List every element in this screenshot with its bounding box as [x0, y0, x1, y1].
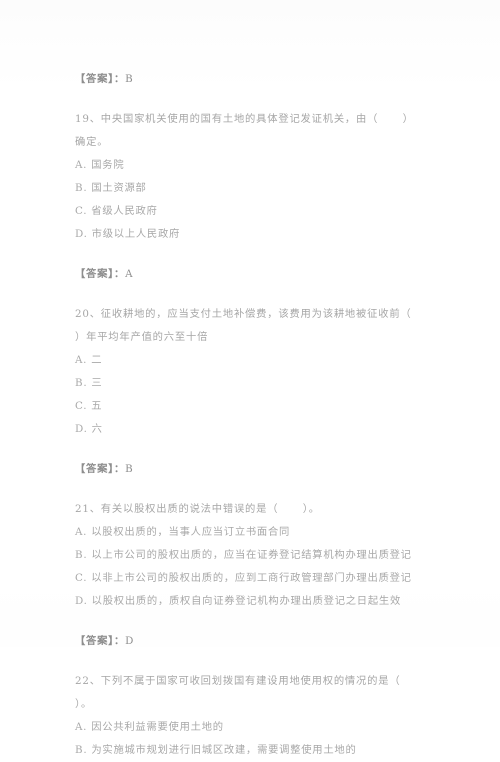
question-option: D. 市级以上人民政府	[75, 228, 181, 240]
answer-block: 【答案】：D	[75, 630, 425, 653]
answer-label: 【答案】：	[75, 268, 126, 280]
question-option: D. 六	[75, 423, 103, 435]
question-option: C. 省级人民政府	[75, 205, 158, 217]
answer-value: B	[125, 73, 134, 85]
question-block: 21、有关以股权出质的说法中错误的是（ ）。 A. 以股权出质的，当事人应当订立书…	[75, 498, 425, 613]
question-option: A. 二	[75, 354, 103, 366]
answer-block: 【答案】：A	[75, 263, 425, 286]
answer-value: B	[125, 463, 134, 475]
question-stem-line: 19、中央国家机关使用的国有土地的具体登记发证机关，由（ ）	[75, 113, 414, 125]
document-page: 【答案】：B 19、中央国家机关使用的国有土地的具体登记发证机关，由（ ）确定。 A…	[0, 0, 500, 756]
question-stem-line: ）年平均年产值的六至十倍	[75, 331, 209, 343]
answer-block: 【答案】：B	[75, 458, 425, 481]
vertical-gap	[75, 246, 425, 263]
question-block: 19、中央国家机关使用的国有土地的具体登记发证机关，由（ ） 确定。 A. 国务院 B…	[75, 108, 425, 246]
vertical-gap	[75, 286, 425, 303]
answer-label: 【答案】：	[75, 463, 126, 475]
document-content: 【答案】：B 19、中央国家机关使用的国有土地的具体登记发证机关，由（ ）确定。 A…	[75, 68, 425, 762]
question-block: 22、下列不属于国家可收回划拨国有建设用地使用权的情况的是（ ）。 A. 因公共利益…	[75, 670, 425, 762]
question-stem-line: 21、有关以股权出质的说法中错误的是（ ）。	[75, 503, 320, 515]
vertical-gap	[75, 91, 425, 108]
question-stem-line: 22、下列不属于国家可收回划拨国有建设用地使用权的情况的是（	[75, 675, 401, 687]
question-stem-line: 20、征收耕地的，应当支付土地补偿费，该费用为该耕地被征收前（	[75, 308, 412, 320]
question-stem-line: 确定。	[75, 136, 109, 148]
question-option: A. 以股权出质的，当事人应当订立书面合同	[75, 526, 291, 538]
answer-value: D	[125, 635, 135, 647]
vertical-gap	[75, 481, 425, 498]
question-block: 20、征收耕地的，应当支付土地补偿费，该费用为该耕地被征收前（ ）年平均年产值的六…	[75, 303, 425, 441]
answer-block: 【答案】：B	[75, 68, 425, 91]
vertical-gap	[75, 653, 425, 670]
question-option: A. 因公共利益需要使用土地的	[75, 721, 224, 733]
question-option: B. 国土资源部	[75, 182, 147, 194]
question-option: C. 以非上市公司的股权出质的，应到工商行政管理部门办理出质登记	[75, 572, 412, 584]
question-stem-line: ）。	[75, 698, 93, 710]
vertical-gap	[75, 613, 425, 630]
question-option: A. 国务院	[75, 159, 125, 171]
question-option: B. 为实施城市规划进行旧城区改建，需要调整使用土地的	[75, 744, 357, 756]
question-option: B. 三	[75, 377, 103, 389]
vertical-gap	[75, 441, 425, 458]
question-option: C. 五	[75, 400, 103, 412]
answer-label: 【答案】：	[75, 635, 126, 647]
question-option: B. 以上市公司的股权出质的，应当在证券登记结算机构办理出质登记	[75, 549, 412, 561]
answer-label: 【答案】：	[75, 73, 126, 85]
question-option: D. 以股权出质的，质权自向证券登记机构办理出质登记之日起生效	[75, 595, 401, 607]
answer-value: A	[125, 268, 134, 280]
